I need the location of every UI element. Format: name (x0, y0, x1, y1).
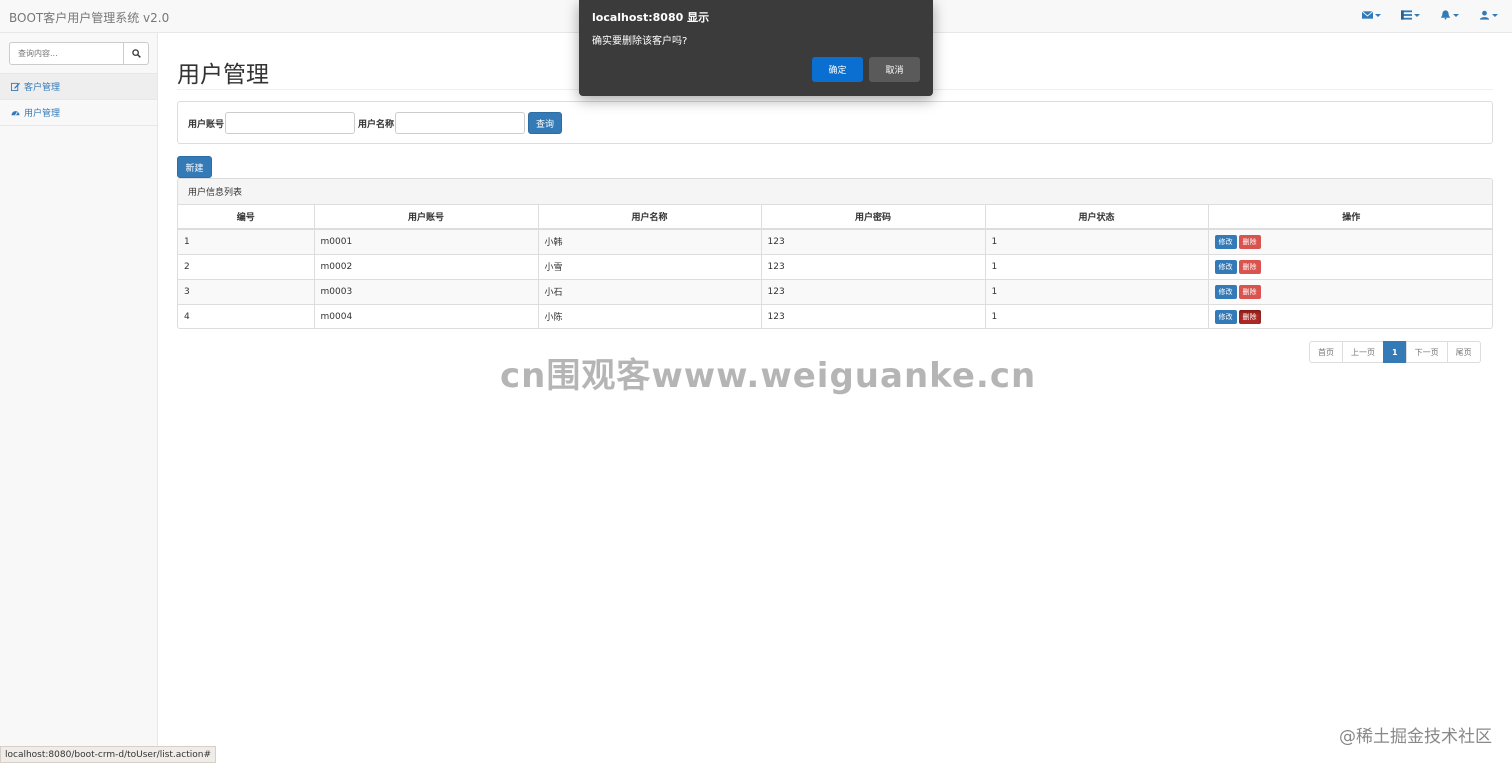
user-icon (1479, 10, 1490, 20)
cell-name: 小陈 (538, 303, 762, 328)
navbar-icon-group (1362, 10, 1498, 20)
corner-watermark: @稀土掘金技术社区 (1339, 727, 1492, 747)
page-current[interactable]: 1 (1383, 341, 1407, 363)
cell-account: m0002 (314, 253, 539, 279)
cell-name: 小石 (538, 278, 762, 304)
delete-button[interactable]: 删除 (1238, 284, 1261, 299)
cell-actions: 修改 删除 (1208, 253, 1492, 279)
chevron-down-icon (1414, 13, 1420, 17)
sidebar-item-users[interactable]: 用户管理 (0, 100, 157, 126)
envelope-icon (1362, 10, 1373, 19)
column-header: 用户名称 (538, 205, 762, 230)
cell-password: 123 (761, 303, 986, 328)
page-first[interactable]: 首页 (1309, 341, 1343, 363)
edit-button[interactable]: 修改 (1214, 309, 1237, 324)
tasks-dropdown[interactable] (1401, 10, 1420, 20)
cancel-button[interactable]: 取消 (869, 57, 920, 82)
cell-status: 1 (985, 228, 1209, 254)
account-label: 用户账号 (188, 120, 225, 130)
tasks-icon (1401, 10, 1412, 20)
cell-id: 4 (178, 303, 315, 328)
search-input[interactable] (9, 42, 124, 65)
page-last[interactable]: 尾页 (1446, 341, 1481, 363)
sidebar-item-label: 用户管理 (24, 109, 61, 119)
chevron-down-icon (1492, 13, 1498, 17)
page-next[interactable]: 下一页 (1405, 341, 1448, 363)
cell-name: 小韩 (538, 228, 762, 254)
messages-dropdown[interactable] (1362, 10, 1381, 20)
column-header: 用户密码 (761, 205, 986, 230)
pagination: 首页 上一页 1 下一页 尾页 (1309, 341, 1481, 363)
cell-password: 123 (761, 228, 986, 254)
edit-button[interactable]: 修改 (1214, 284, 1237, 299)
delete-button[interactable]: 删除 (1238, 309, 1261, 324)
sidebar: 客户管理 用户管理 (0, 33, 158, 763)
cell-status: 1 (985, 303, 1209, 328)
site-watermark: cn围观客www.weiguanke.cn (500, 356, 1037, 396)
cell-password: 123 (761, 253, 986, 279)
dialog-title: localhost:8080 显示 (592, 11, 710, 24)
cell-status: 1 (985, 278, 1209, 304)
table-row: 4 m0004 小陈 123 1 修改 删除 (178, 303, 1492, 328)
dialog-message: 确实要删除该客户吗? (592, 36, 688, 47)
sidebar-item-label: 客户管理 (24, 83, 61, 93)
cell-actions: 修改 删除 (1208, 228, 1492, 254)
cell-name: 小雪 (538, 253, 762, 279)
bell-icon (1440, 10, 1451, 20)
cell-id: 2 (178, 253, 315, 279)
table-row: 3 m0003 小石 123 1 修改 删除 (178, 278, 1492, 304)
confirm-button[interactable]: 确定 (812, 57, 863, 82)
edit-button[interactable]: 修改 (1214, 259, 1237, 274)
confirm-dialog: localhost:8080 显示 确实要删除该客户吗? 确定 取消 (579, 0, 933, 96)
user-table: 编号 用户账号 用户名称 用户密码 用户状态 操作 1 m0001 小韩 123… (178, 205, 1492, 328)
cell-actions: 修改 删除 (1208, 303, 1492, 328)
table-row: 2 m0002 小雪 123 1 修改 删除 (178, 253, 1492, 279)
new-button[interactable]: 新建 (177, 156, 212, 178)
dashboard-icon (11, 111, 20, 116)
sidebar-search (9, 42, 149, 65)
delete-button[interactable]: 删除 (1238, 234, 1261, 249)
column-header: 用户状态 (985, 205, 1209, 230)
cell-account: m0003 (314, 278, 539, 304)
edit-button[interactable]: 修改 (1214, 234, 1237, 249)
cell-actions: 修改 删除 (1208, 278, 1492, 304)
filter-panel: 用户账号 用户名称 查询 (177, 101, 1493, 144)
column-header: 用户账号 (314, 205, 539, 230)
delete-button[interactable]: 删除 (1238, 259, 1261, 274)
name-input[interactable] (395, 112, 525, 134)
query-button[interactable]: 查询 (528, 112, 562, 134)
alerts-dropdown[interactable] (1440, 10, 1459, 20)
chevron-down-icon (1375, 13, 1381, 17)
cell-status: 1 (985, 253, 1209, 279)
name-label: 用户名称 (358, 120, 395, 130)
cell-password: 123 (761, 278, 986, 304)
chevron-down-icon (1453, 13, 1459, 17)
account-input[interactable] (225, 112, 355, 134)
cell-account: m0004 (314, 303, 539, 328)
cell-account: m0001 (314, 228, 539, 254)
search-button[interactable] (124, 42, 149, 65)
table-header-row: 编号 用户账号 用户名称 用户密码 用户状态 操作 (178, 205, 1492, 230)
sidebar-menu: 客户管理 用户管理 (0, 73, 157, 126)
edit-icon (11, 82, 20, 91)
user-list-panel: 用户信息列表 编号 用户账号 用户名称 用户密码 用户状态 操作 1 m0001… (177, 178, 1493, 329)
column-header: 编号 (178, 205, 315, 230)
app-brand[interactable]: BOOT客户用户管理系统 v2.0 (9, 9, 169, 26)
cell-id: 3 (178, 278, 315, 304)
sidebar-item-customers[interactable]: 客户管理 (0, 74, 157, 100)
cell-id: 1 (178, 228, 315, 254)
table-row: 1 m0001 小韩 123 1 修改 删除 (178, 228, 1492, 254)
page-title: 用户管理 (177, 62, 269, 88)
list-heading: 用户信息列表 (178, 179, 1492, 205)
page-prev[interactable]: 上一页 (1342, 341, 1384, 363)
column-header: 操作 (1208, 205, 1492, 230)
user-dropdown[interactable] (1479, 10, 1498, 20)
status-bar-url: localhost:8080/boot-crm-d/toUser/list.ac… (0, 746, 217, 763)
search-icon (131, 49, 141, 58)
